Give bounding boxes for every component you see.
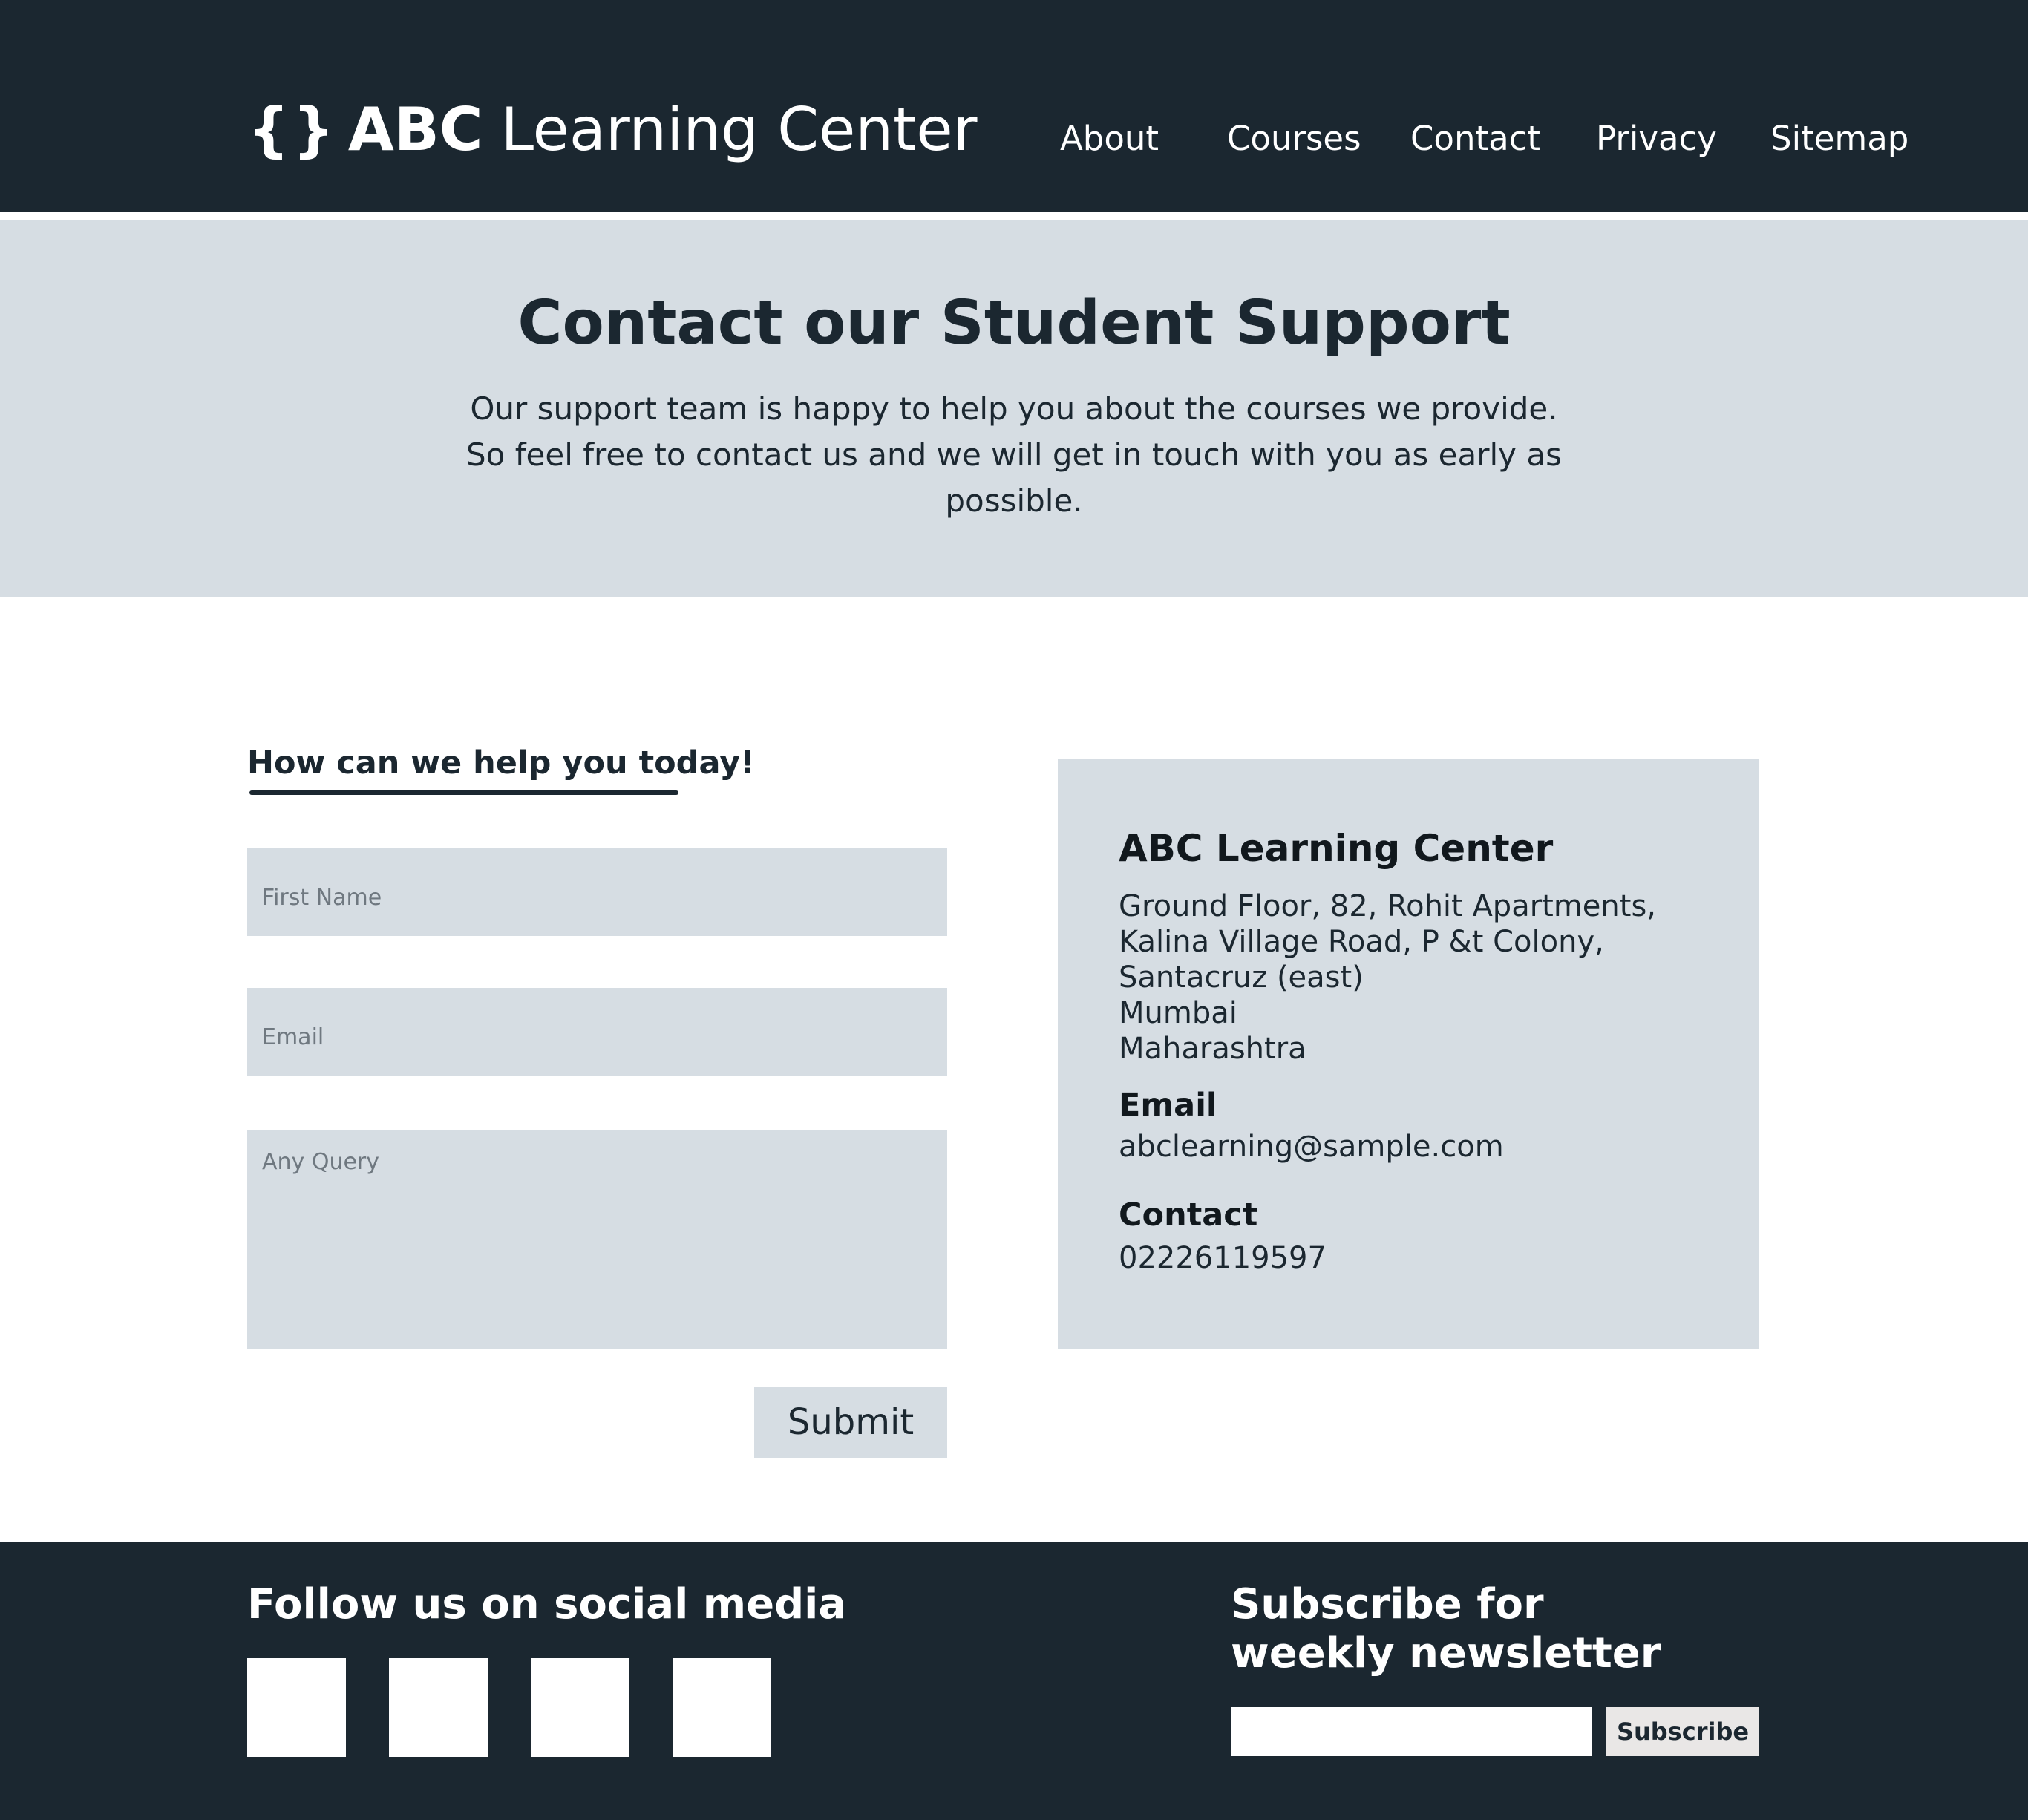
site-header: {} ABC Learning Center About Courses Con… [0, 0, 2028, 212]
social-icon-2[interactable] [389, 1658, 488, 1757]
address-block: Ground Floor, 82, Rohit Apartments, Kali… [1119, 888, 1656, 1067]
first-name-field[interactable] [247, 848, 947, 936]
address-line: Mumbai [1119, 996, 1237, 1030]
submit-button[interactable]: Submit [754, 1387, 947, 1458]
phone-number: 02226119597 [1119, 1241, 1327, 1275]
social-icon-3[interactable] [531, 1658, 629, 1757]
nav-courses[interactable]: Courses [1227, 119, 1361, 158]
site-footer: Follow us on social media Subscribe for … [0, 1542, 2028, 1820]
hero-section: Contact our Student Support Our support … [0, 220, 2028, 597]
query-field[interactable] [247, 1130, 947, 1349]
newsletter-email-input[interactable] [1231, 1707, 1592, 1756]
hero-description: Our support team is happy to help you ab… [466, 390, 1562, 519]
site-logo[interactable]: {} ABC Learning Center [247, 95, 978, 164]
nav-sitemap[interactable]: Sitemap [1770, 119, 1908, 158]
address-line: Santacruz (east) [1119, 960, 1364, 995]
curly-braces-icon: {} [247, 95, 338, 164]
contact-info-card: ABC Learning Center Ground Floor, 82, Ro… [1058, 759, 1759, 1349]
logo-light-text: Learning Center [500, 95, 978, 164]
social-icon-1[interactable] [247, 1658, 346, 1757]
social-heading: Follow us on social media [247, 1580, 847, 1628]
nav-contact[interactable]: Contact [1410, 119, 1540, 158]
form-heading: How can we help you today! [247, 744, 755, 782]
social-icon-4[interactable] [673, 1658, 771, 1757]
address-line: Maharashtra [1119, 1032, 1306, 1066]
address-line: Ground Floor, 82, Rohit Apartments, [1119, 889, 1657, 923]
email-value: abclearning@sample.com [1119, 1130, 1504, 1164]
nav-about[interactable]: About [1060, 119, 1159, 158]
heading-underline [249, 790, 678, 795]
email-field[interactable] [247, 988, 947, 1076]
email-label: Email [1119, 1087, 1217, 1124]
nav-privacy[interactable]: Privacy [1596, 119, 1717, 158]
newsletter-heading: Subscribe for weekly newsletter [1231, 1580, 1661, 1677]
logo-bold-text: ABC [347, 95, 483, 164]
address-line: Kalina Village Road, P &t Colony, [1119, 925, 1604, 959]
contact-label: Contact [1119, 1197, 1258, 1234]
subscribe-button[interactable]: Subscribe [1606, 1707, 1759, 1756]
page-title: Contact our Student Support [517, 288, 1511, 359]
card-title: ABC Learning Center [1119, 827, 1554, 870]
